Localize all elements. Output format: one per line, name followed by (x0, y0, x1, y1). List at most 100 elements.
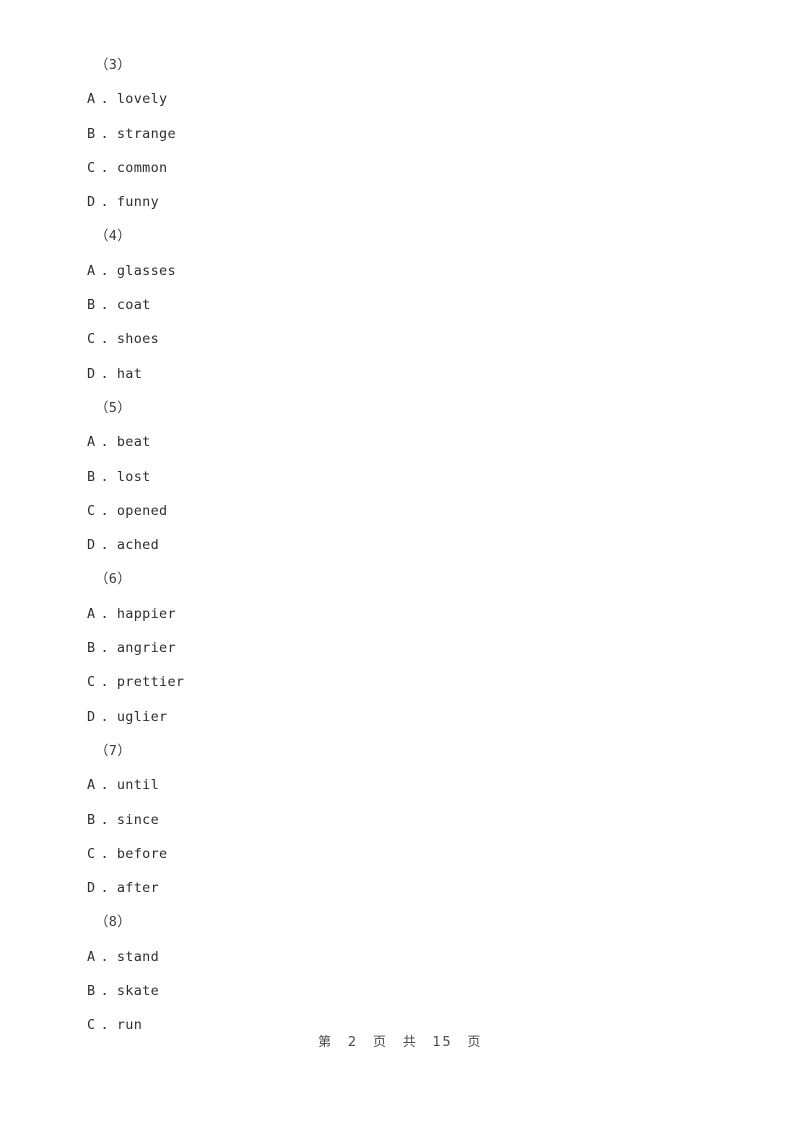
option-letter: D (87, 708, 96, 725)
answer-option[interactable]: D. ached (87, 528, 727, 562)
answer-option[interactable]: D. uglier (87, 700, 727, 734)
answer-option[interactable]: C. before (87, 837, 727, 871)
question-number: （5） (95, 399, 132, 416)
option-text: lost (116, 468, 151, 485)
option-text: angrier (116, 640, 176, 657)
option-text: before (116, 845, 168, 862)
option-letter: A (87, 777, 96, 794)
option-separator: . (100, 91, 109, 108)
option-text: beat (116, 434, 151, 451)
option-text: skate (116, 983, 160, 1000)
question-group: （6） A. happier B. angrier C. prettier D. uglier (87, 562, 727, 733)
answer-option[interactable]: B. angrier (87, 631, 727, 665)
option-separator: . (100, 777, 109, 794)
answer-option[interactable]: C. opened (87, 494, 727, 528)
answer-option[interactable]: D. funny (87, 185, 727, 219)
option-text: common (116, 159, 168, 176)
option-letter: D (87, 365, 96, 382)
option-text: hat (116, 365, 143, 382)
answer-option[interactable]: B. coat (87, 288, 727, 322)
answer-option[interactable]: A. beat (87, 425, 727, 459)
answer-option[interactable]: B. strange (87, 117, 727, 151)
option-letter: B (87, 640, 96, 657)
option-letter: C (87, 159, 96, 176)
answer-option[interactable]: C. shoes (87, 322, 727, 356)
question-number: （4） (95, 228, 132, 245)
answer-option[interactable]: A. stand (87, 940, 727, 974)
answer-option[interactable]: D. hat (87, 357, 727, 391)
answer-option[interactable]: A. happier (87, 597, 727, 631)
option-letter: C (87, 502, 96, 519)
option-letter: B (87, 983, 96, 1000)
option-text: coat (116, 297, 151, 314)
option-separator: . (100, 605, 109, 622)
answer-option[interactable]: B. skate (87, 974, 727, 1008)
option-text: opened (116, 502, 168, 519)
answer-option[interactable]: A. glasses (87, 254, 727, 288)
option-separator: . (100, 640, 109, 657)
option-separator: . (100, 537, 109, 554)
question-number: （8） (95, 914, 132, 931)
option-letter: C (87, 674, 96, 691)
option-text: uglier (116, 708, 168, 725)
option-separator: . (100, 194, 109, 211)
option-separator: . (100, 880, 109, 897)
option-letter: A (87, 434, 96, 451)
question-group: （5） A. beat B. lost C. opened D. ached (87, 391, 727, 562)
footer-middle: 共 (402, 1035, 418, 1050)
option-text: shoes (116, 331, 160, 348)
question-number: （6） (95, 571, 132, 588)
option-letter: A (87, 262, 96, 279)
option-separator: . (100, 468, 109, 485)
option-text: stand (116, 948, 160, 965)
option-letter: C (87, 331, 96, 348)
question-group: （8） A. stand B. skate C. run (87, 905, 727, 1042)
option-letter: C (87, 845, 96, 862)
answer-option[interactable]: B. lost (87, 460, 727, 494)
footer-page-unit-1: 页 (372, 1035, 388, 1050)
page-footer: 第 2 页 共 15 页 (0, 1031, 800, 1050)
footer-page-unit-2: 页 (467, 1035, 482, 1050)
document-page: （3） A. lovely B. strange C. common D. funny （4） A.… (0, 0, 800, 1132)
option-separator: . (100, 674, 109, 691)
option-letter: B (87, 125, 96, 142)
question-number: （3） (95, 57, 132, 73)
option-letter: D (87, 880, 96, 897)
option-separator: . (100, 331, 109, 348)
question-number: （7） (95, 742, 132, 759)
question-list: （3） A. lovely B. strange C. common D. funny （4） A.… (87, 48, 727, 1043)
option-text: funny (116, 194, 160, 211)
option-separator: . (100, 365, 109, 382)
answer-option[interactable]: A. lovely (87, 82, 727, 116)
option-separator: . (100, 159, 109, 176)
footer-total-pages: 15 (432, 1035, 453, 1050)
question-group: （4） A. glasses B. coat C. shoes D. hat (87, 219, 727, 390)
answer-option[interactable]: A. until (87, 768, 727, 802)
footer-current-page: 2 (347, 1035, 358, 1050)
footer-prefix: 第 (318, 1035, 333, 1050)
option-letter: B (87, 468, 96, 485)
option-text: glasses (116, 262, 176, 279)
option-letter: A (87, 605, 96, 622)
option-separator: . (100, 708, 109, 725)
option-text: since (116, 811, 160, 828)
option-text: prettier (116, 674, 185, 691)
option-separator: . (100, 502, 109, 519)
answer-option[interactable]: D. after (87, 871, 727, 905)
question-group: （3） A. lovely B. strange C. common D. funny (87, 48, 727, 219)
option-letter: A (87, 948, 96, 965)
option-text: after (116, 880, 160, 897)
option-text: happier (116, 605, 176, 622)
option-separator: . (100, 262, 109, 279)
answer-option[interactable]: B. since (87, 803, 727, 837)
option-text: until (116, 777, 160, 794)
option-separator: . (100, 845, 109, 862)
option-text: ached (116, 537, 160, 554)
question-group: （7） A. until B. since C. before D. after (87, 734, 727, 905)
option-separator: . (100, 297, 109, 314)
option-letter: D (87, 537, 96, 554)
answer-option[interactable]: C. common (87, 151, 727, 185)
option-separator: . (100, 811, 109, 828)
answer-option[interactable]: C. prettier (87, 665, 727, 699)
option-separator: . (100, 434, 109, 451)
